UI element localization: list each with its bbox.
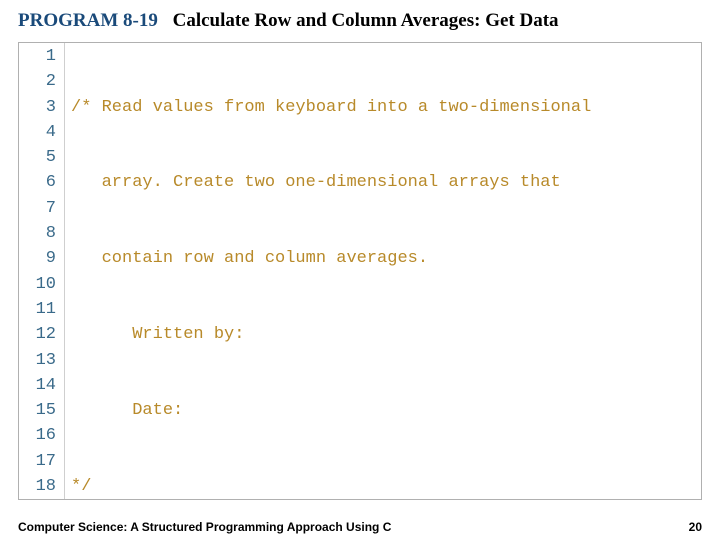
program-label: PROGRAM 8-19 [18, 10, 158, 31]
code-line: Date: [71, 398, 701, 423]
code-line: array. Create two one-dimensional arrays… [71, 170, 701, 195]
line-number: 2 [19, 69, 56, 94]
line-number: 13 [19, 348, 56, 373]
slide-header: PROGRAM 8-19 Calculate Row and Column Av… [0, 0, 720, 36]
line-number: 9 [19, 246, 56, 271]
line-number: 14 [19, 373, 56, 398]
code-line: Written by: [71, 322, 701, 347]
footer-text: Computer Science: A Structured Programmi… [18, 520, 391, 534]
code-listing: 1 2 3 4 5 6 7 8 9 10 11 12 13 14 15 16 1… [18, 42, 702, 500]
line-number: 16 [19, 423, 56, 448]
code-line: /* Read values from keyboard into a two-… [71, 95, 701, 120]
code-line: */ [71, 474, 701, 499]
line-number: 17 [19, 449, 56, 474]
line-number: 3 [19, 95, 56, 120]
line-number: 10 [19, 272, 56, 297]
line-number: 7 [19, 196, 56, 221]
line-number: 4 [19, 120, 56, 145]
line-number: 1 [19, 44, 56, 69]
line-number-gutter: 1 2 3 4 5 6 7 8 9 10 11 12 13 14 15 16 1… [19, 43, 65, 499]
line-number: 8 [19, 221, 56, 246]
page-number: 20 [689, 520, 702, 534]
code-content: /* Read values from keyboard into a two-… [65, 43, 701, 499]
line-number: 11 [19, 297, 56, 322]
code-line: contain row and column averages. [71, 246, 701, 271]
program-title: Calculate Row and Column Averages: Get D… [173, 10, 559, 31]
line-number: 18 [19, 474, 56, 499]
line-number: 5 [19, 145, 56, 170]
slide-footer: Computer Science: A Structured Programmi… [18, 520, 702, 534]
line-number: 15 [19, 398, 56, 423]
line-number: 6 [19, 170, 56, 195]
line-number: 12 [19, 322, 56, 347]
